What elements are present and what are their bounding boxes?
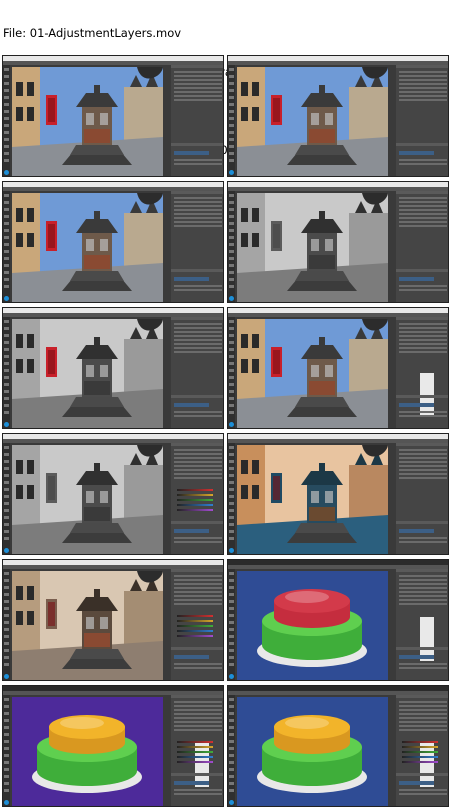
layer-row-selected[interactable] (174, 151, 209, 155)
tools-panel[interactable] (3, 191, 10, 302)
street-scene-image (237, 193, 388, 302)
street-scene-image (12, 319, 163, 428)
tools-panel[interactable] (3, 317, 10, 428)
layer-row-selected[interactable] (174, 529, 209, 533)
file-name: File: 01-AdjustmentLayers.mov (3, 26, 182, 40)
document-canvas[interactable] (237, 67, 388, 176)
video-thumbnail (227, 433, 449, 555)
document-canvas[interactable] (237, 319, 388, 428)
document-canvas[interactable] (237, 445, 388, 554)
button-scene-image (237, 571, 388, 680)
video-thumbnail (227, 181, 449, 303)
street-scene-image (12, 571, 163, 680)
layers-panel[interactable] (171, 443, 223, 554)
street-scene-image (237, 67, 388, 176)
layer-row-selected[interactable] (399, 781, 434, 785)
video-thumbnail (227, 685, 449, 807)
video-thumbnail (227, 55, 449, 177)
layers-panel[interactable] (396, 695, 448, 806)
layers-panel[interactable] (171, 191, 223, 302)
layers-panel[interactable] (396, 191, 448, 302)
video-thumbnail (2, 433, 224, 555)
video-thumbnail (2, 55, 224, 177)
layer-row-selected[interactable] (174, 655, 209, 659)
layer-row-selected[interactable] (399, 403, 434, 407)
tools-panel[interactable] (3, 443, 10, 554)
layers-panel[interactable] (396, 317, 448, 428)
document-canvas[interactable] (237, 571, 388, 680)
document-canvas[interactable] (12, 67, 163, 176)
layer-row-selected[interactable] (174, 277, 209, 281)
layers-panel[interactable] (171, 65, 223, 176)
document-canvas[interactable] (237, 193, 388, 302)
layer-row-selected[interactable] (399, 277, 434, 281)
layers-panel[interactable] (396, 443, 448, 554)
video-thumbnail (2, 181, 224, 303)
street-scene-image (12, 67, 163, 176)
video-thumbnail (227, 559, 449, 681)
document-canvas[interactable] (12, 697, 163, 806)
document-canvas[interactable] (237, 697, 388, 806)
layers-panel[interactable] (171, 695, 223, 806)
document-canvas[interactable] (12, 445, 163, 554)
video-thumbnail (2, 559, 224, 681)
layers-panel[interactable] (396, 569, 448, 680)
button-scene-image (237, 697, 388, 806)
document-canvas[interactable] (12, 319, 163, 428)
video-thumbnail (2, 685, 224, 807)
button-scene-image (12, 697, 163, 806)
street-scene-image (12, 445, 163, 554)
tools-panel[interactable] (228, 65, 235, 176)
tools-panel[interactable] (228, 317, 235, 428)
layer-row-selected[interactable] (399, 655, 434, 659)
layers-panel[interactable] (171, 569, 223, 680)
video-thumbnail (227, 307, 449, 429)
video-thumbnail (2, 307, 224, 429)
thumbnail-grid (0, 55, 450, 812)
street-scene-image (237, 445, 388, 554)
layer-row-selected[interactable] (399, 151, 434, 155)
tools-panel[interactable] (228, 191, 235, 302)
document-canvas[interactable] (12, 571, 163, 680)
street-scene-image (12, 193, 163, 302)
layer-row-selected[interactable] (174, 403, 209, 407)
layers-panel[interactable] (171, 317, 223, 428)
street-scene-image (237, 319, 388, 428)
tools-panel[interactable] (3, 65, 10, 176)
tools-panel[interactable] (228, 695, 235, 806)
tools-panel[interactable] (3, 695, 10, 806)
tools-panel[interactable] (228, 443, 235, 554)
tools-panel[interactable] (3, 569, 10, 680)
document-canvas[interactable] (12, 193, 163, 302)
tools-panel[interactable] (228, 569, 235, 680)
layer-row-selected[interactable] (174, 781, 209, 785)
layers-panel[interactable] (396, 65, 448, 176)
layer-row-selected[interactable] (399, 529, 434, 533)
